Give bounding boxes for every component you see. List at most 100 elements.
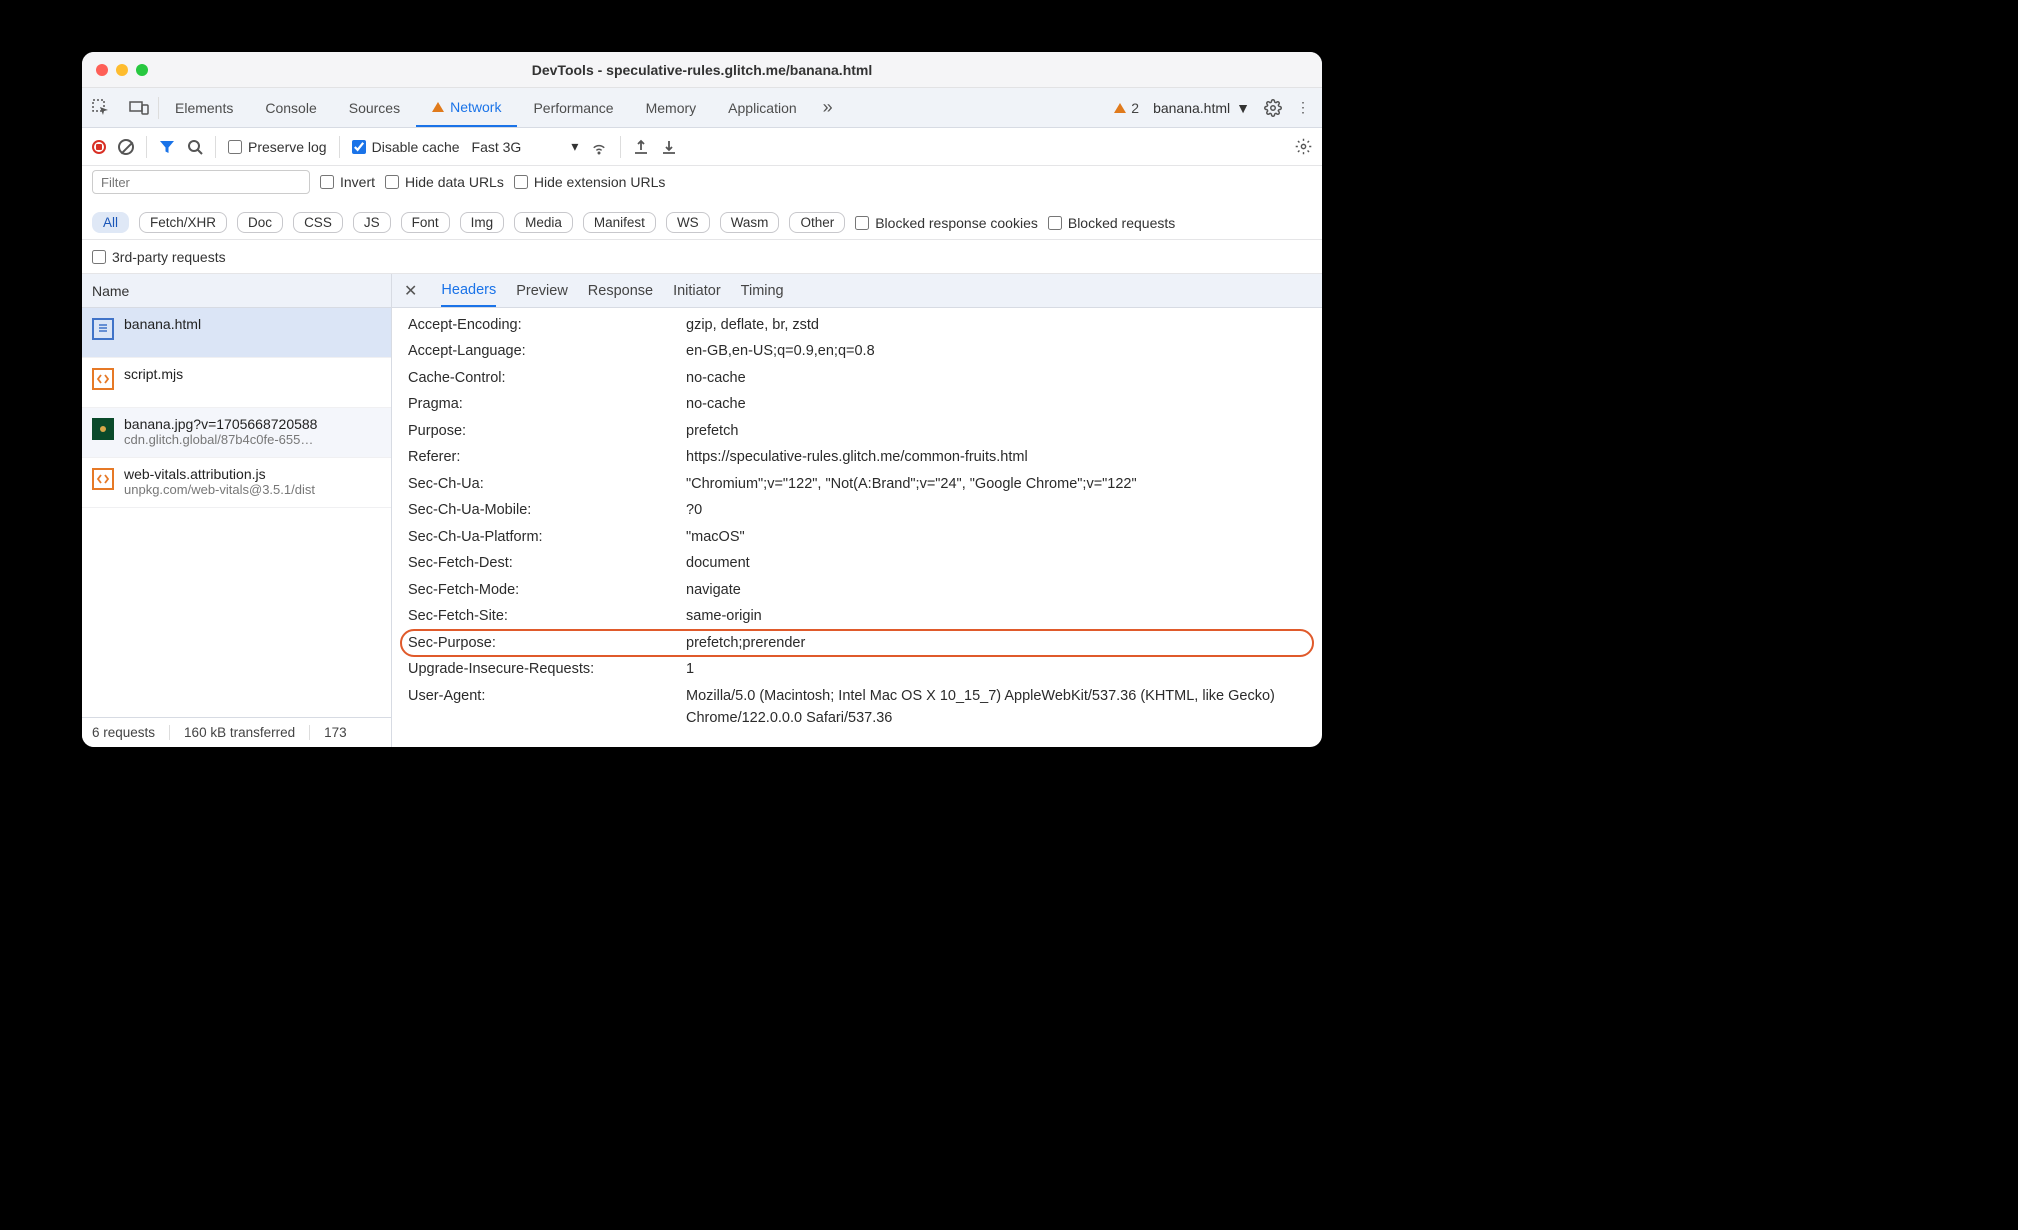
type-filter-manifest[interactable]: Manifest [583,212,656,233]
header-name: Sec-Fetch-Mode: [408,579,686,601]
request-row[interactable]: script.mjs [82,358,391,408]
more-tabs-button[interactable]: » [813,97,843,118]
header-value: Mozilla/5.0 (Macintosh; Intel Mac OS X 1… [686,685,1322,730]
preserve-log-checkbox[interactable]: Preserve log [228,139,327,155]
invert-checkbox[interactable]: Invert [320,174,375,190]
preserve-log-label: Preserve log [248,139,327,155]
header-row: Sec-Fetch-Dest:document [392,550,1322,576]
detail-tab-preview[interactable]: Preview [516,274,568,307]
separator [620,136,621,158]
tab-network-label: Network [450,99,501,115]
import-har-icon[interactable] [661,139,677,155]
devtools-window: DevTools - speculative-rules.glitch.me/b… [82,52,1322,747]
header-row: Cache-Control:no-cache [392,365,1322,391]
tab-sources[interactable]: Sources [333,88,416,127]
status-resources: 173 [309,725,347,740]
header-row: Accept-Language:en-GB,en-US;q=0.9,en;q=0… [392,338,1322,364]
status-bar: 6 requests 160 kB transferred 173 [82,717,391,747]
image-thumbnail-icon [92,418,114,440]
header-value: ?0 [686,499,716,521]
request-list-header[interactable]: Name [82,274,391,308]
detail-tab-initiator[interactable]: Initiator [673,274,721,307]
clear-button[interactable] [118,139,134,155]
close-detail-icon[interactable]: ✕ [400,281,421,301]
header-value: 1 [686,658,708,680]
filter-icon[interactable] [159,139,175,155]
headers-list[interactable]: Accept-Encoding:gzip, deflate, br, zstdA… [392,308,1322,747]
hide-data-urls-checkbox[interactable]: Hide data URLs [385,174,504,190]
type-filter-img[interactable]: Img [460,212,505,233]
type-filter-all[interactable]: All [92,212,129,233]
network-settings-gear-icon[interactable] [1295,138,1312,155]
header-name: Purpose: [408,420,686,442]
search-icon[interactable] [187,139,203,155]
network-content: Name banana.html script.mjs [82,274,1322,747]
type-filter-css[interactable]: CSS [293,212,343,233]
header-value: prefetch;prerender [686,632,819,654]
header-value: no-cache [686,367,760,389]
throttling-select[interactable]: Fast 3G ▾ [472,138,579,155]
request-row[interactable]: banana.jpg?v=1705668720588 cdn.glitch.gl… [82,408,391,458]
tab-console[interactable]: Console [249,88,332,127]
detail-tab-headers[interactable]: Headers [441,274,496,307]
header-name: Sec-Ch-Ua-Mobile: [408,499,686,521]
type-filter-other[interactable]: Other [789,212,845,233]
request-list-pane: Name banana.html script.mjs [82,274,392,747]
tab-elements[interactable]: Elements [159,88,249,127]
disable-cache-checkbox[interactable]: Disable cache [352,139,460,155]
tab-performance[interactable]: Performance [517,88,629,127]
network-conditions-icon[interactable] [590,138,608,156]
hide-extension-urls-label: Hide extension URLs [534,174,666,190]
warning-icon [1114,103,1126,113]
header-row: Sec-Ch-Ua-Platform:"macOS" [392,524,1322,550]
device-toolbar-icon[interactable] [120,88,158,127]
minimize-window-button[interactable] [116,64,128,76]
header-row: User-Agent:Mozilla/5.0 (Macintosh; Intel… [392,683,1322,732]
document-icon [92,318,114,340]
titlebar: DevTools - speculative-rules.glitch.me/b… [82,52,1322,88]
zoom-window-button[interactable] [136,64,148,76]
throttling-label: Fast 3G [472,139,522,155]
separator [339,136,340,158]
type-filter-font[interactable]: Font [401,212,450,233]
detail-tab-bar: ✕ Headers Preview Response Initiator Tim… [392,274,1322,308]
kebab-menu-icon[interactable]: ⋮ [1296,99,1310,116]
request-row[interactable]: web-vitals.attribution.js unpkg.com/web-… [82,458,391,508]
window-title: DevTools - speculative-rules.glitch.me/b… [82,62,1322,78]
type-filter-ws[interactable]: WS [666,212,710,233]
detail-tab-timing[interactable]: Timing [741,274,784,307]
hide-data-urls-label: Hide data URLs [405,174,504,190]
hide-extension-urls-checkbox[interactable]: Hide extension URLs [514,174,666,190]
issues-counter[interactable]: 2 [1114,100,1139,116]
type-filter-fetch[interactable]: Fetch/XHR [139,212,227,233]
third-party-label: 3rd-party requests [112,249,226,265]
settings-gear-icon[interactable] [1264,99,1282,117]
header-name: User-Agent: [408,685,686,730]
traffic-lights [82,64,148,76]
tab-network[interactable]: Network [416,88,517,127]
close-window-button[interactable] [96,64,108,76]
request-domain: cdn.glitch.global/87b4c0fe-655… [124,432,317,447]
tab-application[interactable]: Application [712,88,813,127]
inspect-element-icon[interactable] [82,88,120,127]
type-filter-js[interactable]: JS [353,212,391,233]
script-icon [92,368,114,390]
header-row: Sec-Ch-Ua-Mobile:?0 [392,497,1322,523]
record-button[interactable] [92,140,106,154]
context-selector[interactable]: banana.html ▼ [1153,100,1250,116]
blocked-requests-checkbox[interactable]: Blocked requests [1048,215,1175,231]
header-name: Cache-Control: [408,367,686,389]
filter-input[interactable] [92,170,310,194]
export-har-icon[interactable] [633,139,649,155]
header-name: Accept-Language: [408,340,686,362]
tab-memory[interactable]: Memory [630,88,713,127]
detail-tab-response[interactable]: Response [588,274,653,307]
header-name: Pragma: [408,393,686,415]
blocked-response-cookies-checkbox[interactable]: Blocked response cookies [855,215,1038,231]
third-party-checkbox[interactable]: 3rd-party requests [92,249,226,265]
header-value: https://speculative-rules.glitch.me/comm… [686,446,1042,468]
type-filter-wasm[interactable]: Wasm [720,212,780,233]
type-filter-doc[interactable]: Doc [237,212,283,233]
type-filter-media[interactable]: Media [514,212,573,233]
request-row[interactable]: banana.html [82,308,391,358]
